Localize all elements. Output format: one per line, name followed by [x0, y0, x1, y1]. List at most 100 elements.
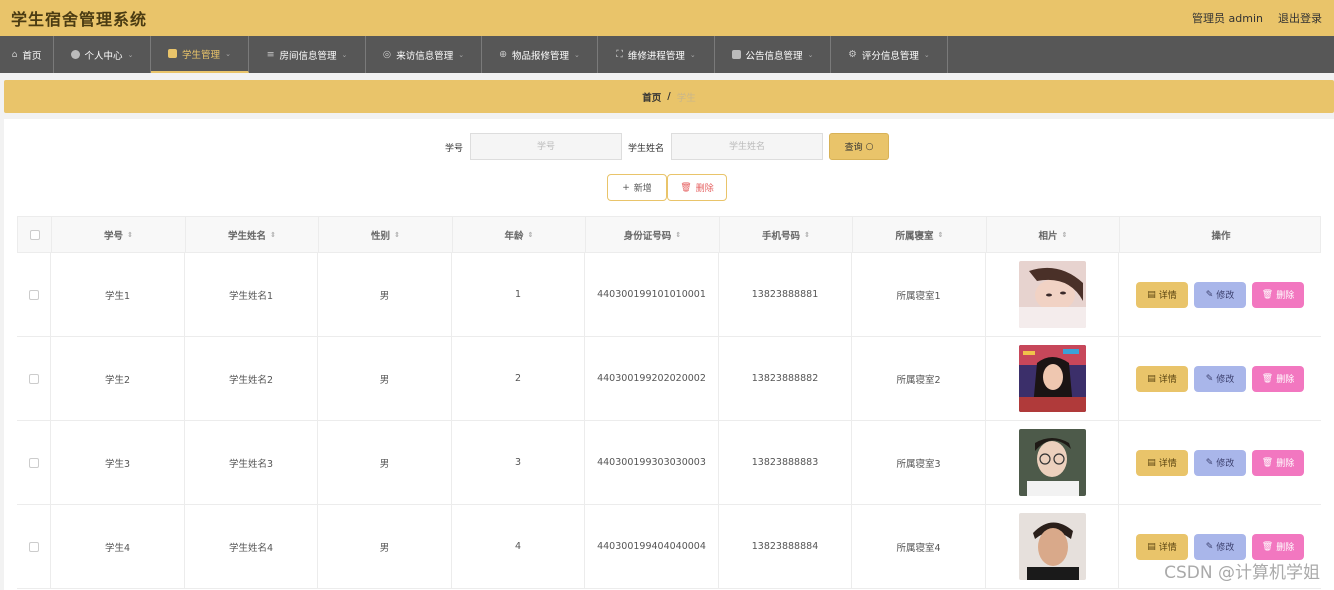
student-photo[interactable]: [1018, 261, 1086, 328]
cell-phone: 13823888883: [719, 421, 852, 504]
cell-idcard: 440300199404040004: [585, 505, 719, 588]
sort-icon: ⇕: [527, 230, 534, 239]
cell-age: 3: [452, 421, 585, 504]
delete-button[interactable]: 🗑 删除: [1252, 365, 1304, 392]
nav-item-ratings[interactable]: ⚙ 评分信息管理 ⌄: [831, 36, 948, 73]
nav-item-home[interactable]: ⌂ 首页: [0, 36, 54, 73]
cell-room: 所属寝室3: [852, 421, 986, 504]
cell-idcard: 440300199202020002: [585, 337, 719, 420]
detail-button[interactable]: ▤ 详情: [1136, 449, 1188, 476]
delete-button[interactable]: 🗑 删除: [1252, 281, 1304, 308]
trash-icon: 🗑: [1261, 541, 1274, 552]
row-checkbox[interactable]: [28, 289, 39, 300]
detail-button[interactable]: ▤ 详情: [1136, 281, 1188, 308]
student-photo[interactable]: [1018, 429, 1086, 496]
compass-icon: ◎: [382, 49, 392, 60]
col-header-name[interactable]: 学生姓名 ⇕: [186, 217, 319, 252]
select-all-checkbox[interactable]: [29, 229, 40, 240]
file-icon: ▤: [1147, 373, 1156, 384]
target-icon: ⊕: [499, 49, 508, 60]
row-checkbox[interactable]: [28, 373, 39, 384]
cell-id: 学生3: [51, 421, 185, 504]
nav-item-repairs[interactable]: ⊕ 物品报修管理 ⌄: [482, 36, 598, 73]
col-header-label: 所属寝室: [895, 230, 934, 242]
nav-item-visits[interactable]: ◎ 来访信息管理 ⌄: [366, 36, 482, 73]
row-checkbox[interactable]: [28, 457, 39, 468]
delete-button[interactable]: 🗑 删除: [1252, 533, 1304, 560]
col-header-photo[interactable]: 相片 ⇕: [987, 217, 1120, 252]
col-header-idcard[interactable]: 身份证号码 ⇕: [586, 217, 720, 252]
cell-room: 所属寝室4: [852, 505, 986, 588]
logout-link[interactable]: 退出登录: [1278, 10, 1322, 26]
admin-user-label: 管理员 admin: [1192, 12, 1263, 25]
nav-item-repair-progress[interactable]: ⛶ 维修进程管理 ⌄: [598, 36, 715, 73]
nav-label: 维修进程管理: [627, 50, 685, 62]
breadcrumb-home[interactable]: 首页: [642, 90, 661, 104]
student-photo[interactable]: [1018, 513, 1086, 580]
nav-item-rooms[interactable]: ≡ 房间信息管理 ⌄: [249, 36, 366, 73]
detail-button[interactable]: ▤ 详情: [1136, 365, 1188, 392]
sort-icon: ⇕: [675, 230, 682, 239]
pencil-icon: ✎: [1205, 373, 1214, 384]
cell-age: 2: [452, 337, 585, 420]
student-id-input[interactable]: [470, 133, 622, 160]
col-header-gender[interactable]: 性别 ⇕: [319, 217, 453, 252]
detail-button[interactable]: ▤ 详情: [1136, 533, 1188, 560]
col-header-actions: 操作: [1120, 217, 1322, 252]
batch-delete-button[interactable]: 🗑 删除: [667, 174, 727, 201]
cell-photo: [986, 337, 1119, 420]
student-name-input[interactable]: [671, 133, 823, 160]
user-icon: [70, 50, 80, 59]
cell-age: 4: [452, 505, 585, 588]
detail-label: 详情: [1158, 375, 1177, 385]
cell-id: 学生4: [51, 505, 185, 588]
col-header-room[interactable]: 所属寝室 ⇕: [853, 217, 987, 252]
col-header-label: 学生姓名: [228, 230, 267, 242]
add-button[interactable]: + 新增: [607, 174, 667, 201]
query-button[interactable]: 查询 ○: [829, 133, 889, 160]
chevron-down-icon: ⌄: [341, 50, 348, 59]
edit-button[interactable]: ✎ 修改: [1194, 449, 1246, 476]
col-header-label: 性别: [371, 230, 391, 242]
breadcrumb: 首页 / 学生: [4, 80, 1334, 113]
cell-room: 所属寝室2: [852, 337, 986, 420]
nav-label: 公告信息管理: [745, 50, 803, 62]
sort-icon: ⇕: [270, 230, 276, 239]
table-row: 学生1 学生姓名1 男 1 440300199101010001 1382388…: [17, 253, 1321, 337]
file-icon: ▤: [1147, 457, 1156, 468]
nav-label: 学生管理: [182, 49, 221, 61]
row-select-cell: [17, 505, 51, 588]
file-icon: ▤: [1147, 289, 1156, 300]
student-icon: [168, 49, 178, 58]
col-header-age[interactable]: 年龄 ⇕: [453, 217, 586, 252]
nav-item-profile[interactable]: 个人中心 ⌄: [54, 36, 151, 73]
nav-item-notices[interactable]: 公告信息管理 ⌄: [715, 36, 831, 73]
watermark: CSDN @计算机学姐: [1164, 563, 1320, 583]
edit-button[interactable]: ✎ 修改: [1194, 281, 1246, 308]
top-header: 学生宿舍管理系统 管理员 admin 退出登录: [0, 0, 1334, 36]
col-header-phone[interactable]: 手机号码 ⇕: [720, 217, 853, 252]
cell-id: 学生1: [51, 253, 185, 336]
col-header-label: 操作: [1211, 230, 1231, 242]
delete-button[interactable]: 🗑 删除: [1252, 449, 1304, 476]
col-header-id[interactable]: 学号 ⇕: [52, 217, 186, 252]
nav-label: 个人中心: [84, 50, 123, 62]
cell-gender: 男: [318, 505, 452, 588]
header-select-all-cell: [18, 217, 52, 252]
row-select-cell: [17, 253, 51, 336]
edit-button[interactable]: ✎ 修改: [1194, 365, 1246, 392]
cell-photo: [986, 505, 1119, 588]
table-header-row: 学号 ⇕ 学生姓名 ⇕ 性别 ⇕ 年龄 ⇕ 身份证号码 ⇕ 手机号码 ⇕ 所属寝室 ⇕ 相片 ⇕…: [17, 216, 1321, 253]
nav-label: 来访信息管理: [396, 50, 454, 62]
edit-button[interactable]: ✎ 修改: [1194, 533, 1246, 560]
file-icon: ▤: [1147, 541, 1156, 552]
nav-item-students[interactable]: 学生管理 ⌄: [151, 36, 249, 73]
cell-name: 学生姓名3: [185, 421, 318, 504]
chevron-down-icon: ⌄: [923, 50, 930, 59]
chevron-down-icon: ⌄: [458, 50, 465, 59]
chevron-down-icon: ⌄: [127, 50, 134, 59]
student-photo[interactable]: [1018, 345, 1086, 412]
row-checkbox[interactable]: [28, 541, 39, 552]
table-row: 学生2 学生姓名2 男 2 440300199202020002 1382388…: [17, 337, 1321, 421]
nav-label: 评分信息管理: [861, 50, 919, 62]
